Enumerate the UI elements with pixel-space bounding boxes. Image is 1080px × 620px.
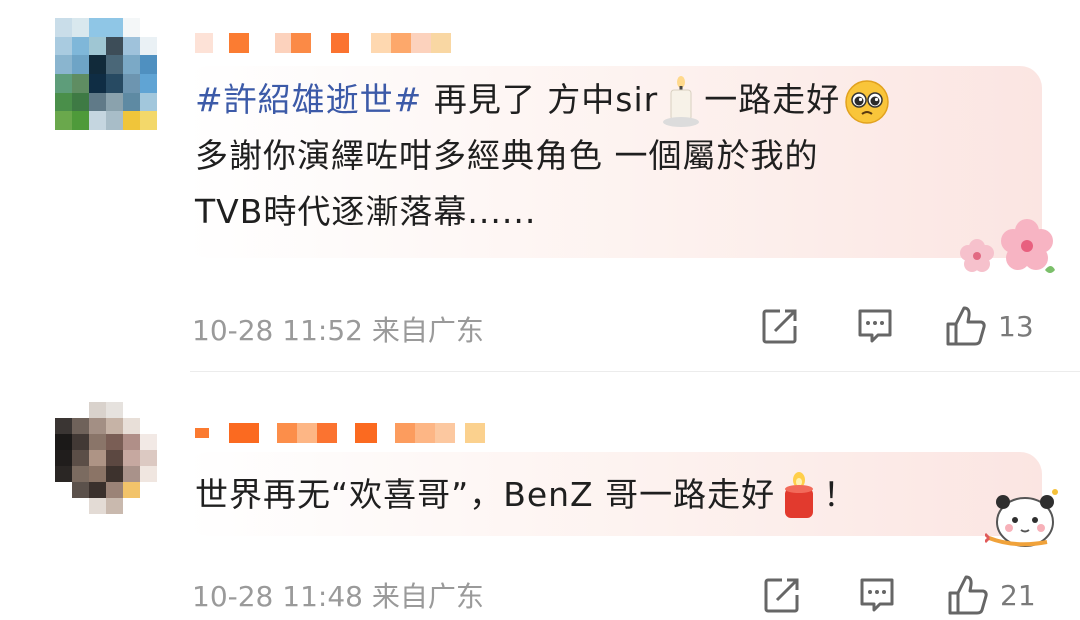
username-redacted[interactable] — [195, 420, 535, 446]
comment-line: #許紹雄逝世# 再見了 方中sir 一路走好 — [195, 72, 894, 128]
share-icon — [764, 578, 799, 613]
comment-text: 世界再无“欢喜哥”，BenZ 哥一路走好 ！ — [195, 467, 857, 523]
comment-meta: 10-28 11:52 来自广东 — [192, 309, 484, 349]
like-button[interactable]: 21 — [946, 573, 1036, 617]
comment-button[interactable] — [857, 575, 897, 615]
comment-text: #許紹雄逝世# 再見了 方中sir 一路走好 多謝你演繹咗咁多經典角色 一個屬於我… — [195, 72, 894, 240]
like-count: 13 — [998, 309, 1034, 343]
comment-line-text: 再見了 方中sir — [433, 80, 659, 119]
comment-line: TVB時代逐漸落幕...... — [195, 192, 537, 231]
timestamp: 10-28 11:48 — [192, 580, 363, 613]
hashtag-link[interactable]: #許紹雄逝世# — [195, 80, 422, 119]
comment-meta: 10-28 11:48 来自广东 — [192, 575, 484, 615]
comment-line: 世界再无“欢喜哥”，BenZ 哥一路走好 ！ — [195, 467, 857, 523]
like-count: 21 — [1000, 578, 1036, 612]
comment-line-text: 世界再无“欢喜哥”，BenZ 哥一路走好 — [195, 475, 776, 514]
share-button[interactable] — [760, 306, 800, 346]
comment-icon — [858, 309, 892, 343]
username-redacted[interactable] — [195, 30, 535, 56]
like-icon — [946, 306, 986, 346]
panda-sticker — [985, 489, 1058, 547]
comment-button[interactable] — [855, 306, 895, 346]
red-candle-icon — [785, 471, 814, 518]
cherry-blossom-sticker — [960, 219, 1055, 273]
comment-line-text: 一路走好 — [704, 80, 841, 119]
candle-icon — [663, 75, 700, 127]
comment-line: 多謝你演繹咗咁多經典角色 一個屬於我的 — [195, 136, 819, 175]
comment-line-text: ！ — [823, 475, 858, 514]
avatar[interactable] — [55, 18, 157, 130]
like-icon — [948, 575, 988, 615]
location: 来自广东 — [371, 314, 484, 347]
comment-icon — [860, 578, 894, 612]
comment-item: #許紹雄逝世# 再見了 方中sir 一路走好 多謝你演繹咗咁多經典角色 一個屬於我… — [0, 0, 1080, 372]
share-button[interactable] — [762, 575, 802, 615]
pleading-face-icon — [845, 79, 889, 124]
share-icon — [762, 309, 797, 344]
avatar[interactable] — [55, 402, 157, 514]
comment-item: 世界再无“欢喜哥”，BenZ 哥一路走好 ！ 10-28 11:48 来自广东 2… — [0, 372, 1080, 620]
like-button[interactable]: 13 — [944, 304, 1034, 348]
location: 来自广东 — [371, 580, 484, 613]
timestamp: 10-28 11:52 — [192, 314, 363, 347]
